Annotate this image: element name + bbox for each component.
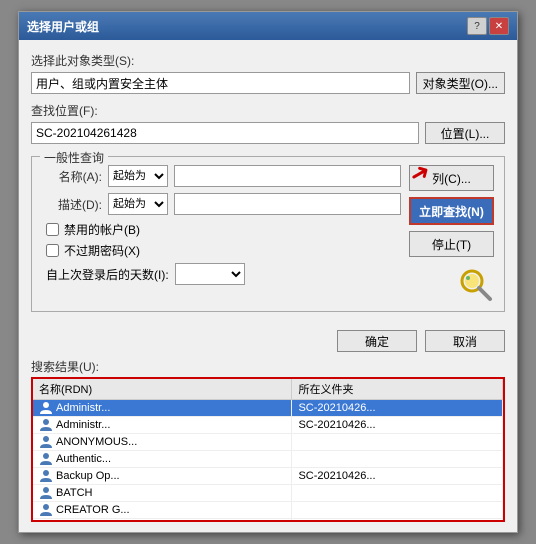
table-row[interactable]: Administr...SC-20210426... [33, 400, 503, 417]
help-button[interactable]: ? [467, 17, 487, 35]
result-name-cell: Backup Op... [33, 468, 292, 485]
days-select[interactable] [175, 263, 245, 285]
result-folder-cell: SC-20210426... [292, 417, 503, 434]
user-icon [39, 418, 53, 432]
ok-button[interactable]: 确定 [337, 330, 417, 352]
form-fields: 名称(A): 起始为 描述(D): 起始为 [42, 165, 401, 303]
user-icon [39, 503, 53, 517]
cancel-button[interactable]: 取消 [425, 330, 505, 352]
name-row: 名称(A): 起始为 [42, 165, 401, 187]
search-icon [458, 267, 494, 303]
object-type-label: 选择此对象类型(S): [31, 52, 505, 69]
col-button[interactable]: 列(C)... [409, 165, 494, 191]
desc-condition-select[interactable]: 起始为 [108, 193, 168, 215]
dialog-title: 选择用户或组 [27, 18, 99, 35]
result-folder-cell [292, 502, 503, 519]
location-section: 查找位置(F): 位置(L)... [31, 102, 505, 144]
table-row[interactable]: Administr...SC-20210426... [33, 417, 503, 434]
table-row[interactable]: CREATOR O... [33, 519, 503, 523]
disabled-accounts-checkbox[interactable] [46, 223, 59, 236]
disabled-accounts-label: 禁用的帐户(B) [64, 221, 140, 238]
general-query-groupbox: 一般性查询 名称(A): 起始为 描述(D): [31, 156, 505, 312]
days-label: 自上次登录后的天数(I): [46, 266, 169, 283]
user-icon [39, 486, 53, 500]
desc-input[interactable] [174, 193, 401, 215]
object-type-button[interactable]: 对象类型(O)... [416, 72, 505, 94]
result-name-cell: Administr... [33, 417, 292, 434]
user-icon [39, 520, 53, 522]
right-buttons: 列(C)... 立即查找(N) 停止(T) [409, 165, 494, 303]
user-icon [39, 469, 53, 483]
desc-row: 描述(D): 起始为 [42, 193, 401, 215]
table-row[interactable]: Authentic... [33, 451, 503, 468]
col-header-name: 名称(RDN) [33, 379, 292, 400]
result-folder-cell [292, 451, 503, 468]
non-expired-checkbox[interactable] [46, 244, 59, 257]
result-folder-cell [292, 519, 503, 523]
bottom-buttons: 确定 取消 [19, 324, 517, 358]
location-row: 位置(L)... [31, 122, 505, 144]
result-name-cell: Authentic... [33, 451, 292, 468]
location-label: 查找位置(F): [31, 102, 505, 119]
object-type-input[interactable] [31, 72, 410, 94]
search-results-label: 搜索结果(U): [19, 358, 517, 377]
close-button[interactable]: ✕ [489, 17, 509, 35]
user-icon [39, 435, 53, 449]
title-bar-buttons: ? ✕ [467, 17, 509, 35]
table-row[interactable]: CREATOR G... [33, 502, 503, 519]
days-row: 自上次登录后的天数(I): [46, 263, 401, 285]
col-header-folder: 所在义件夹 [292, 379, 503, 400]
name-input[interactable] [174, 165, 401, 187]
search-now-button[interactable]: 立即查找(N) [409, 197, 494, 225]
name-label: 名称(A): [42, 168, 102, 185]
desc-label: 描述(D): [42, 196, 102, 213]
result-folder-cell: SC-20210426... [292, 468, 503, 485]
non-expired-label: 不过期密码(X) [64, 242, 140, 259]
disabled-accounts-row: 禁用的帐户(B) [46, 221, 401, 238]
result-folder-cell [292, 434, 503, 451]
user-icon [39, 452, 53, 466]
results-table-container[interactable]: 名称(RDN) 所在义件夹 Administr...SC-20210426...… [31, 377, 505, 522]
result-name-cell: ANONYMOUS... [33, 434, 292, 451]
table-row[interactable]: Backup Op...SC-20210426... [33, 468, 503, 485]
result-name-cell: Administr... [33, 400, 292, 417]
location-button[interactable]: 位置(L)... [425, 122, 505, 144]
search-icon-area [409, 267, 494, 303]
results-table: 名称(RDN) 所在义件夹 Administr...SC-20210426...… [33, 379, 503, 522]
form-group-content: 名称(A): 起始为 描述(D): 起始为 [42, 165, 494, 303]
result-name-cell: BATCH [33, 485, 292, 502]
table-header: 名称(RDN) 所在义件夹 [33, 379, 503, 400]
location-input[interactable] [31, 122, 419, 144]
table-row[interactable]: BATCH [33, 485, 503, 502]
user-icon [39, 401, 53, 415]
result-folder-cell [292, 485, 503, 502]
groupbox-legend: 一般性查询 [40, 149, 108, 166]
non-expired-row: 不过期密码(X) [46, 242, 401, 259]
name-condition-select[interactable]: 起始为 [108, 165, 168, 187]
result-name-cell: CREATOR O... [33, 519, 292, 523]
select-user-dialog: 选择用户或组 ? ✕ 选择此对象类型(S): 对象类型(O)... 查找位置(F… [18, 11, 518, 533]
title-bar: 选择用户或组 ? ✕ [19, 12, 517, 40]
result-name-cell: CREATOR G... [33, 502, 292, 519]
object-type-row: 对象类型(O)... [31, 72, 505, 94]
results-body: Administr...SC-20210426... Administr...S… [33, 400, 503, 523]
dialog-content: 选择此对象类型(S): 对象类型(O)... 查找位置(F): 位置(L)...… [19, 40, 517, 324]
table-row[interactable]: ANONYMOUS... [33, 434, 503, 451]
object-type-section: 选择此对象类型(S): 对象类型(O)... [31, 52, 505, 94]
stop-button[interactable]: 停止(T) [409, 231, 494, 257]
result-folder-cell: SC-20210426... [292, 400, 503, 417]
